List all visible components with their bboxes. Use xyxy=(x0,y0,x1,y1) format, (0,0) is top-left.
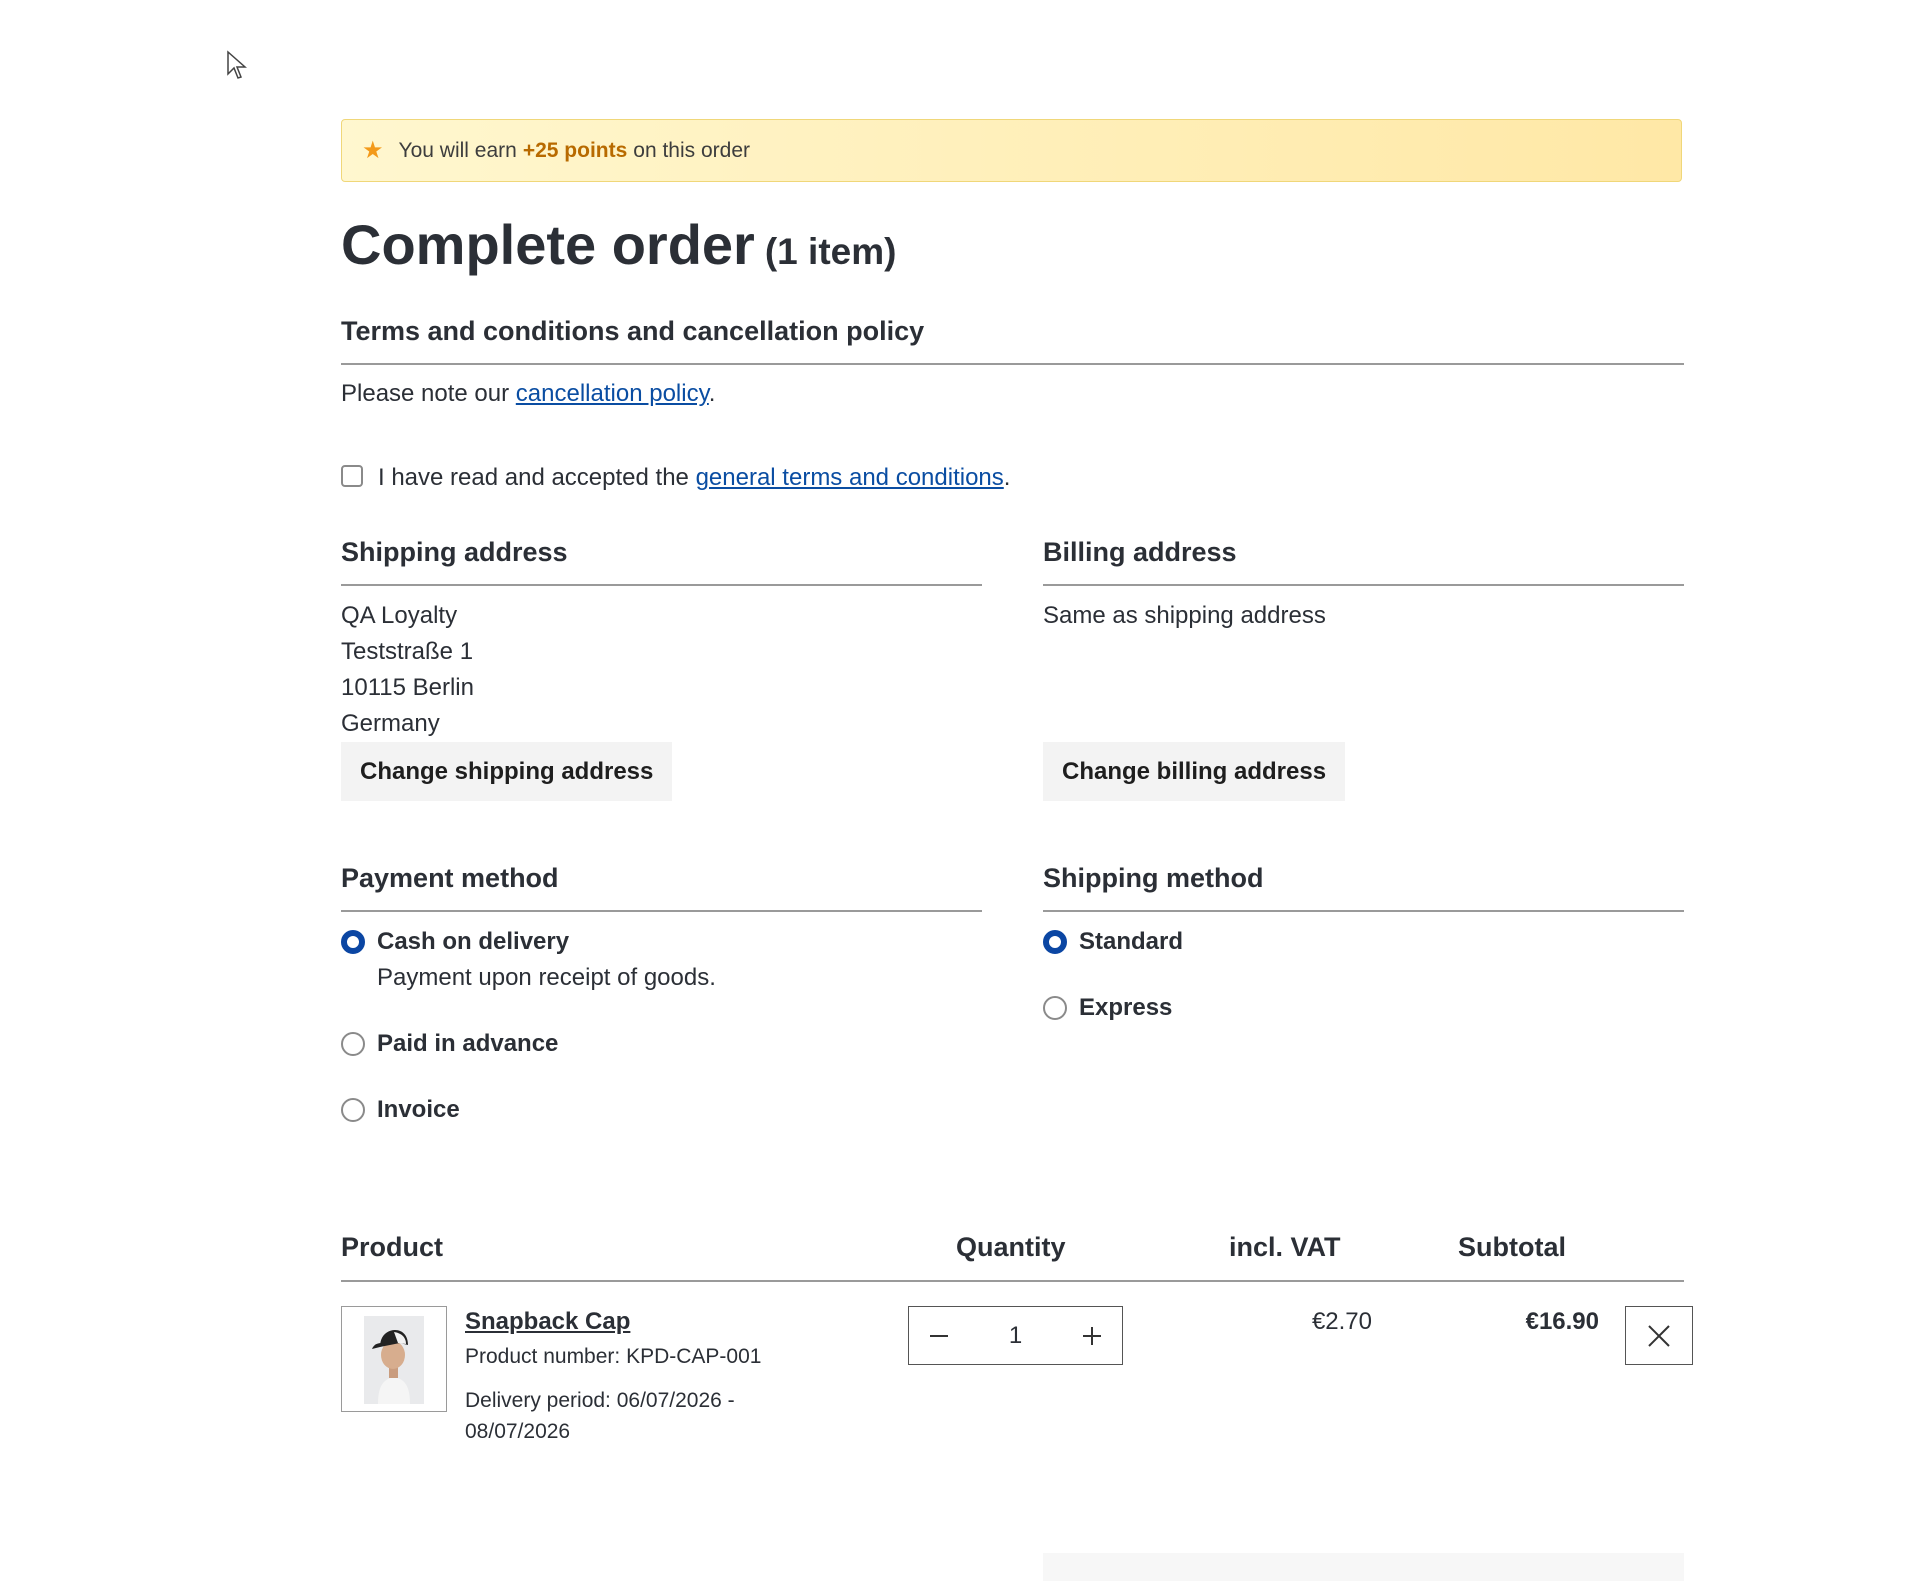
general-terms-link[interactable]: general terms and conditions xyxy=(696,464,1004,491)
table-header-product: Product xyxy=(341,1232,444,1262)
billing-address-divider xyxy=(1043,584,1684,586)
payment-method-divider xyxy=(341,910,982,912)
plus-icon xyxy=(1083,1326,1101,1345)
table-header-subtotal: Subtotal xyxy=(1458,1232,1566,1262)
minus-icon xyxy=(930,1334,948,1337)
star-icon: ★ xyxy=(362,137,384,164)
shipping-radio-standard[interactable] xyxy=(1043,930,1067,954)
quantity-decrease-button[interactable] xyxy=(909,1307,969,1364)
mouse-pointer-icon xyxy=(227,50,247,79)
shipping-label-express[interactable]: Express xyxy=(1079,994,1172,1022)
remove-item-button[interactable] xyxy=(1625,1306,1693,1365)
shipping-address-line: 10115 Berlin xyxy=(341,674,474,701)
banner-prefix: You will earn xyxy=(398,138,517,162)
product-number: Product number: KPD-CAP-001 xyxy=(465,1345,762,1368)
payment-radio-cash-on-delivery[interactable] xyxy=(341,930,365,954)
table-header-vat: incl. VAT xyxy=(1229,1232,1341,1262)
item-vat: €2.70 xyxy=(1311,1308,1372,1335)
order-summary-box xyxy=(1043,1553,1684,1581)
delivery-period-line-1: Delivery period: 06/07/2026 - xyxy=(465,1389,735,1412)
payment-radio-invoice[interactable] xyxy=(341,1098,365,1122)
page-title-text: Complete order xyxy=(341,213,755,276)
loyalty-points-banner: ★ You will earn +25 points on this order xyxy=(341,119,1682,182)
page-title: Complete order (1 item) xyxy=(341,212,896,277)
terms-checkbox-label[interactable]: I have read and accepted the general ter… xyxy=(378,464,1010,492)
terms-divider xyxy=(341,363,1684,365)
payment-label-cash-on-delivery[interactable]: Cash on delivery xyxy=(377,928,569,956)
shipping-address-divider xyxy=(341,584,982,586)
quantity-increase-button[interactable] xyxy=(1062,1307,1122,1364)
shipping-address-line: QA Loyalty xyxy=(341,602,458,629)
cancellation-note: Please note our cancellation policy. xyxy=(341,380,715,408)
terms-checkbox-prefix: I have read and accepted the xyxy=(378,464,689,491)
shipping-method-divider xyxy=(1043,910,1684,912)
quantity-stepper: 1 xyxy=(908,1306,1123,1365)
cancellation-note-suffix: . xyxy=(708,380,716,407)
quantity-input[interactable]: 1 xyxy=(969,1307,1062,1364)
shipping-address-line: Germany xyxy=(341,710,440,737)
product-image xyxy=(364,1316,424,1404)
terms-checkbox[interactable] xyxy=(341,465,363,487)
payment-method-heading: Payment method xyxy=(341,863,559,893)
change-shipping-address-button[interactable]: Change shipping address xyxy=(341,742,673,801)
billing-address-heading: Billing address xyxy=(1043,537,1237,567)
close-icon xyxy=(1648,1324,1670,1347)
shipping-address-heading: Shipping address xyxy=(341,537,568,567)
item-count: (1 item) xyxy=(764,231,897,272)
billing-address-text: Same as shipping address xyxy=(1043,602,1326,629)
banner-points: +25 points xyxy=(522,138,628,162)
change-billing-address-button[interactable]: Change billing address xyxy=(1043,742,1346,801)
payment-label-paid-in-advance[interactable]: Paid in advance xyxy=(377,1030,558,1058)
payment-description-cash-on-delivery: Payment upon receipt of goods. xyxy=(377,964,716,991)
product-thumbnail[interactable] xyxy=(341,1306,447,1412)
delivery-period-line-2: 08/07/2026 xyxy=(465,1420,571,1443)
cancellation-policy-link[interactable]: cancellation policy xyxy=(516,380,709,407)
payment-label-invoice[interactable]: Invoice xyxy=(377,1096,460,1124)
item-subtotal: €16.90 xyxy=(1525,1308,1599,1335)
banner-suffix: on this order xyxy=(633,138,751,162)
table-header-quantity: Quantity xyxy=(956,1232,1066,1262)
shipping-method-heading: Shipping method xyxy=(1043,863,1264,893)
terms-heading: Terms and conditions and cancellation po… xyxy=(341,316,925,346)
table-header-divider xyxy=(341,1280,1684,1282)
shipping-radio-express[interactable] xyxy=(1043,996,1067,1020)
shipping-address-line: Teststraße 1 xyxy=(341,638,474,665)
product-name-link[interactable]: Snapback Cap xyxy=(465,1308,630,1336)
shipping-label-standard[interactable]: Standard xyxy=(1079,928,1183,956)
terms-checkbox-suffix: . xyxy=(1003,464,1011,491)
payment-radio-paid-in-advance[interactable] xyxy=(341,1032,365,1056)
cancellation-note-prefix: Please note our xyxy=(341,380,510,407)
